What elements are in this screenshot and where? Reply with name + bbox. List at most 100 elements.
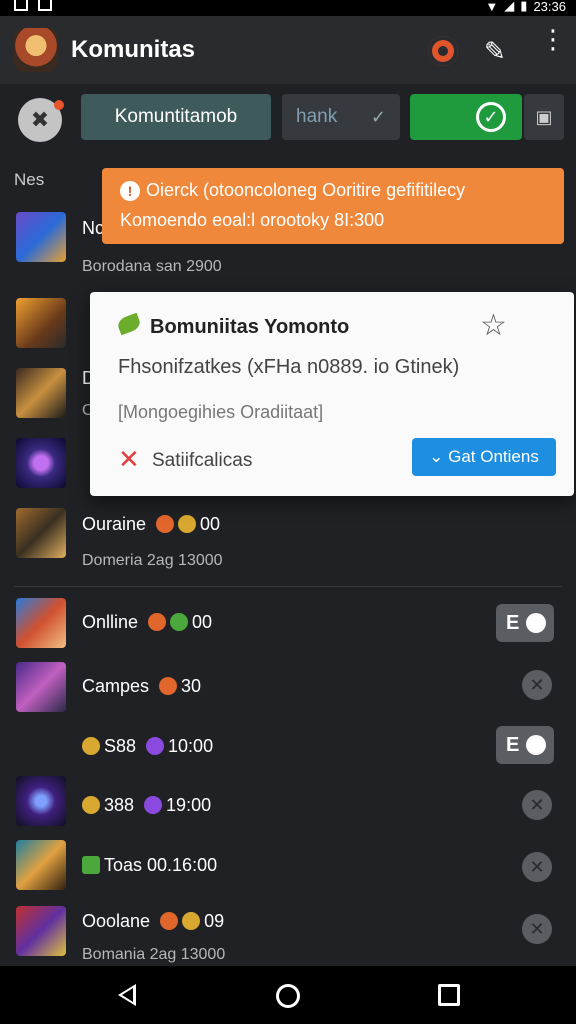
list-item-subtitle-value: 13000: [180, 946, 226, 963]
more-options-icon[interactable]: ⋮: [540, 26, 566, 52]
list-item-title-text: 388: [104, 795, 135, 815]
status-left-icons: [14, 0, 52, 11]
game-thumbnail[interactable]: [16, 598, 66, 648]
avatar-glyph: ✖: [30, 107, 50, 132]
status-right: ▼ ◢ ▮ 23:36: [485, 0, 566, 14]
dialog-subtext: [Mongoegihies Oradiitaat]: [118, 402, 324, 422]
thank-button-label: hank: [296, 106, 338, 127]
chest-icon: [160, 912, 179, 930]
chest-icon: [159, 677, 178, 695]
screen: ▼ ◢ ▮ 23:36 Komunitas ✎ ⋮ ✖ Komuntitamob…: [0, 0, 576, 1024]
list-item-title-text: Toas 00.16:00: [104, 855, 218, 875]
list-item-title[interactable]: Onlline 00: [82, 612, 212, 633]
notification-icon: [14, 0, 28, 11]
list-item-title[interactable]: Toas 00.16:00: [82, 855, 217, 876]
game-thumbnail[interactable]: [16, 840, 66, 890]
coin-icon: [178, 515, 197, 533]
chat-button[interactable]: ✓: [410, 94, 522, 140]
close-icon[interactable]: ✕: [522, 852, 552, 882]
status-time: 23:36: [533, 0, 566, 14]
banner-line-1: ! Oierck (otooncoloneg Ooritire gefifitil…: [120, 180, 465, 201]
recent-apps-icon[interactable]: [438, 984, 460, 1006]
crossed-swords-icon: [144, 796, 163, 814]
get-options-button[interactable]: ⌄ Gat Ontiens: [412, 438, 556, 476]
game-thumbnail[interactable]: [16, 776, 66, 826]
mail-button[interactable]: ▣: [524, 94, 564, 140]
list-item-title[interactable]: 388 19:00: [82, 795, 211, 816]
list-item-value: 00: [192, 612, 213, 632]
battery-icon: ▮: [520, 0, 528, 13]
coin-icon: [82, 737, 100, 755]
list-item-subtitle-text: Domeria 2ag: [82, 552, 179, 569]
user-avatar[interactable]: ✖: [18, 98, 64, 142]
community-dialog: Bomuniitas Yomonto ☆ Fhsonifzatkes (xFHa…: [90, 292, 574, 496]
banner-text-1: Oierck (otooncoloneg Ooritire gefifitile…: [146, 180, 466, 200]
close-icon[interactable]: ✕: [522, 670, 552, 700]
list-item-title-text: Ouraine: [82, 514, 147, 534]
clover-icon: [170, 613, 189, 631]
dismiss-x-icon[interactable]: ✕: [118, 446, 140, 472]
toggle-knob: [526, 735, 546, 755]
app-logo: [14, 28, 58, 72]
game-thumbnail[interactable]: [16, 662, 66, 712]
dialog-title: Bomuniitas Yomonto: [150, 316, 350, 338]
list-item-value: 30: [181, 676, 202, 696]
list-item-subtitle: Domeria 2ag 13000: [82, 552, 223, 570]
list-item-value: 19:00: [166, 795, 212, 815]
game-thumbnail[interactable]: [16, 906, 66, 956]
list-item-value: 10:00: [168, 736, 214, 756]
list-item-subtitle-value: 13000: [178, 552, 223, 569]
app-bar: Komunitas ✎ ⋮: [0, 16, 576, 84]
game-thumbnail[interactable]: [16, 438, 66, 488]
list-item-title-text: S88: [104, 736, 137, 756]
toggle-knob: [526, 613, 546, 633]
list-item-title[interactable]: Ouraine 00: [82, 514, 220, 535]
download-icon: [38, 0, 52, 11]
list-item-title-text: Ooolane: [82, 911, 151, 931]
list-item-title[interactable]: Campes 30: [82, 676, 201, 697]
dialog-action-label[interactable]: Satiifcalicas: [152, 450, 252, 472]
toggle-label: E: [506, 612, 520, 634]
coin-icon: [82, 796, 100, 814]
list-item-title[interactable]: S88 10:00: [82, 736, 213, 757]
list-item-subtitle-text: Bomania 2ag: [82, 946, 181, 963]
game-thumbnail[interactable]: [16, 508, 66, 558]
signal-icon: ◢: [504, 0, 515, 13]
game-thumbnail[interactable]: [16, 368, 66, 418]
list-item-value: 00: [200, 514, 221, 534]
settings-gear-icon[interactable]: [428, 36, 458, 66]
list-item-subtitle: Borodana san 2900: [82, 258, 222, 275]
app-title: Komunitas: [71, 36, 196, 63]
warning-banner[interactable]: ! Oierck (otooncoloneg Ooritire gefifitil…: [102, 168, 564, 244]
community-button[interactable]: Komuntitamob: [81, 94, 271, 140]
list-item-title[interactable]: Nc: [82, 218, 104, 239]
warning-icon: !: [120, 181, 140, 201]
check-icon: ✓: [370, 107, 386, 127]
dialog-description: Fhsonifzatkes (xFHa n0889. io Gtinek): [118, 356, 460, 378]
list-item-title[interactable]: Ooolane 09: [82, 911, 224, 932]
list-item-title-text: Onlline: [82, 612, 139, 632]
home-icon[interactable]: [276, 984, 300, 1008]
close-icon[interactable]: ✕: [522, 790, 552, 820]
game-thumbnail[interactable]: [16, 212, 66, 262]
list-item-subtitle: Bomania 2ag 13000: [82, 946, 225, 964]
leaf-icon: [115, 312, 143, 336]
fire-icon: [156, 515, 175, 533]
edit-icon[interactable]: ✎: [484, 36, 506, 67]
section-label: Nes: [14, 170, 45, 189]
system-nav-bar: [0, 966, 576, 1024]
coin-icon: [182, 912, 201, 930]
thank-button[interactable]: hank ✓: [282, 94, 400, 140]
toggle-switch[interactable]: E: [496, 726, 554, 764]
star-icon[interactable]: ☆: [480, 308, 507, 343]
divider: [14, 586, 562, 587]
close-icon[interactable]: ✕: [522, 914, 552, 944]
game-thumbnail[interactable]: [16, 298, 66, 348]
crossed-swords-icon: [146, 737, 165, 755]
toggle-switch[interactable]: E: [496, 604, 554, 642]
list-item-value: 09: [204, 911, 225, 931]
back-icon[interactable]: [118, 984, 136, 1006]
notification-dot: [54, 100, 64, 110]
banner-text-2: Komoendo eoal:l orootoky 8I:300: [120, 210, 385, 230]
chat-check-icon: ✓: [476, 102, 506, 132]
